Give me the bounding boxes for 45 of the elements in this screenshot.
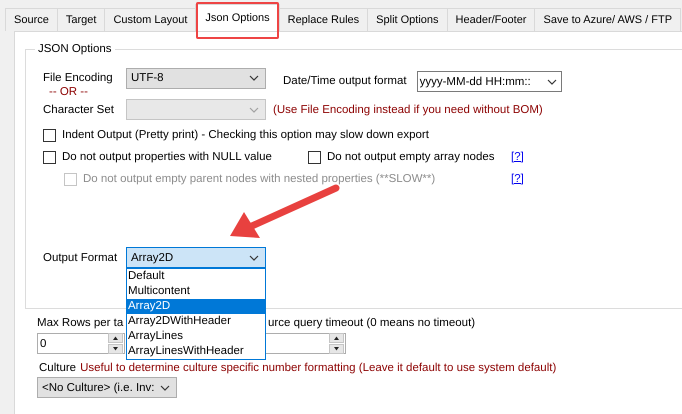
help-link[interactable]: [?] [511, 151, 682, 163]
group-title: JSON Options [37, 43, 112, 55]
tab[interactable]: Replace Rules [278, 8, 368, 31]
tab[interactable]: Custom Layout [104, 8, 196, 31]
spin-up-icon[interactable] [108, 333, 123, 343]
spin-down-icon[interactable] [108, 344, 123, 354]
output-format-dropdown[interactable]: Array2D [126, 247, 266, 268]
checkbox-label: Do not output empty array nodes [327, 151, 494, 163]
dropdown-option[interactable]: ArrayLines [127, 329, 265, 344]
checkbox-label: Do not output properties with NULL value [62, 151, 272, 163]
or-label: -- OR -- [49, 86, 89, 99]
dropdown-option[interactable]: Array2D [127, 299, 265, 314]
dropdown-option[interactable]: ArrayLinesWithHeader [127, 344, 265, 359]
checkbox[interactable] [43, 128, 56, 142]
checkbox[interactable] [43, 150, 56, 164]
datetime-format-combo[interactable]: yyyy-MM-dd HH:mm:: [416, 71, 562, 92]
culture-dropdown[interactable]: <No Culture> (i.e. Inv: [37, 377, 177, 398]
tab[interactable]: Json Options [195, 4, 280, 31]
chevron-icon [160, 384, 170, 390]
field-label: Culture [39, 362, 76, 374]
checkbox[interactable] [308, 150, 321, 164]
spin-up-icon[interactable] [329, 333, 344, 343]
tab[interactable]: Save to Azure/ AWS / FTP [534, 8, 682, 31]
dropdown-option[interactable]: Multicontent [127, 284, 265, 299]
chevron-icon [546, 78, 557, 84]
chevron-icon [249, 254, 259, 260]
field-label: Character Set [43, 104, 115, 116]
field-label: urce query timeout (0 means no timeout) [268, 317, 476, 329]
max-rows-spinner[interactable]: 0 [37, 333, 125, 354]
help-link[interactable]: [?] [511, 173, 682, 185]
field-label: Date/Time output format [283, 75, 407, 87]
field-label: File Encoding [43, 72, 114, 84]
checkbox-label: Indent Output (Pretty print) - Checking this option may slow down export [62, 129, 429, 141]
dropdown-option[interactable]: Array2DWithHeader [127, 314, 265, 329]
encoding-dropdown[interactable]: UTF-8 [126, 68, 266, 88]
hint-text: (Use File Encoding instead if you need without BOM) [273, 104, 543, 116]
chevron-icon [249, 75, 259, 81]
dropdown-option[interactable]: Default [127, 269, 265, 284]
tab[interactable]: Source [5, 8, 58, 31]
field-label: Output Format [43, 252, 118, 264]
chevron-icon [249, 106, 259, 112]
spin-down-icon[interactable] [329, 344, 344, 354]
hint-text: Useful to determine culture specific number formatting (Leave it default to use system default) [80, 362, 556, 374]
checkbox-label: Do not output empty parent nodes with nested properties (**SLOW**) [83, 173, 436, 185]
field-label: Max Rows per ta [37, 317, 124, 329]
